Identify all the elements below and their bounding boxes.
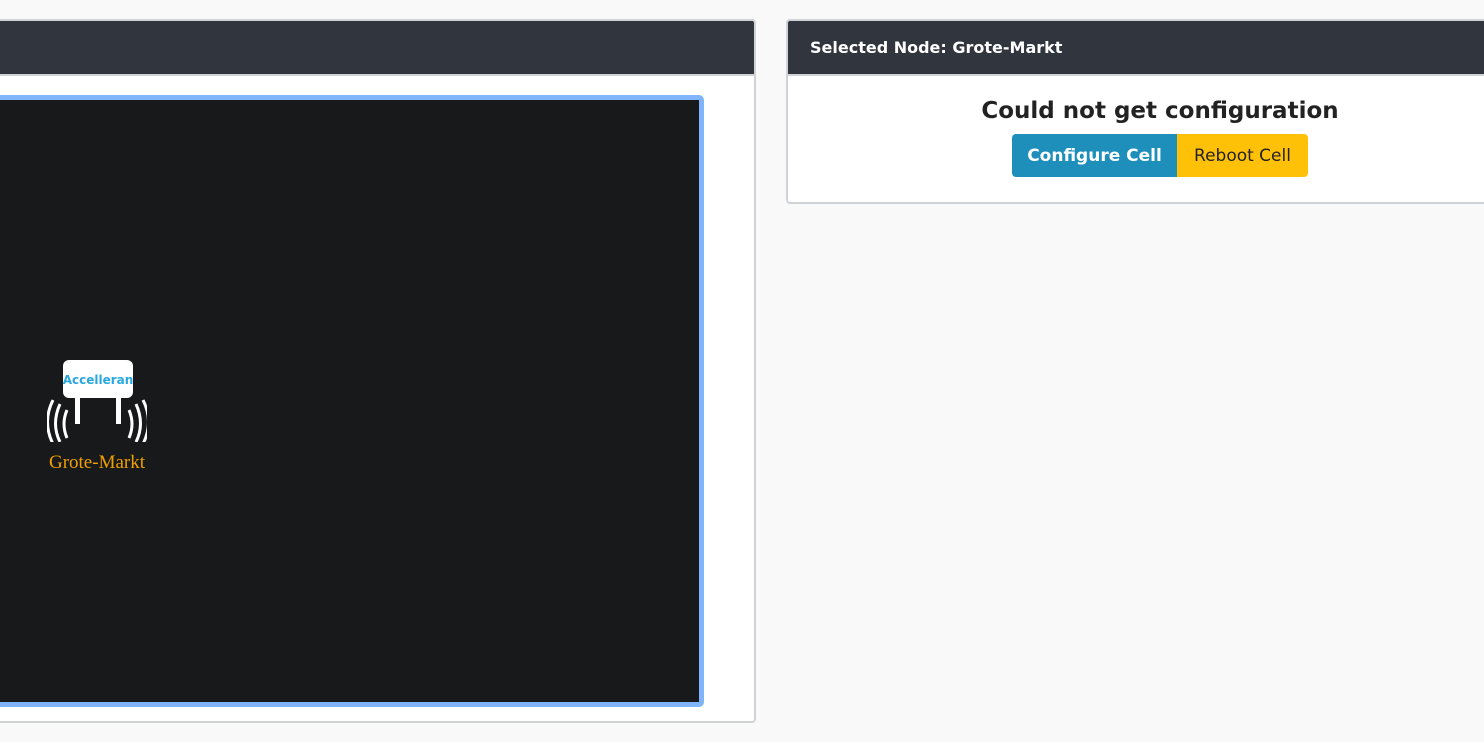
radio-cell-icon: Accelleran: [46, 360, 150, 445]
config-error-message: Could not get configuration: [981, 98, 1339, 124]
logo-text: Accelleran: [63, 373, 134, 387]
node-label: Grote-Markt: [48, 452, 146, 473]
selected-node-panel: Selected Node: Grote-Markt Could not get…: [786, 19, 1484, 204]
button-group: Configure Cell Reboot Cell: [788, 134, 1484, 177]
topology-canvas[interactable]: Accelleran Grote-Markt: [0, 95, 704, 707]
selected-node-header: Selected Node: Grote-Markt: [788, 21, 1484, 76]
topology-panel-header: [0, 21, 754, 76]
graph-node[interactable]: Accelleran Grote-Markt: [42, 360, 152, 474]
reboot-cell-button[interactable]: Reboot Cell: [1177, 134, 1308, 177]
topology-panel: Accelleran Grote-Markt: [0, 19, 756, 723]
configure-cell-button[interactable]: Configure Cell: [1012, 134, 1177, 177]
